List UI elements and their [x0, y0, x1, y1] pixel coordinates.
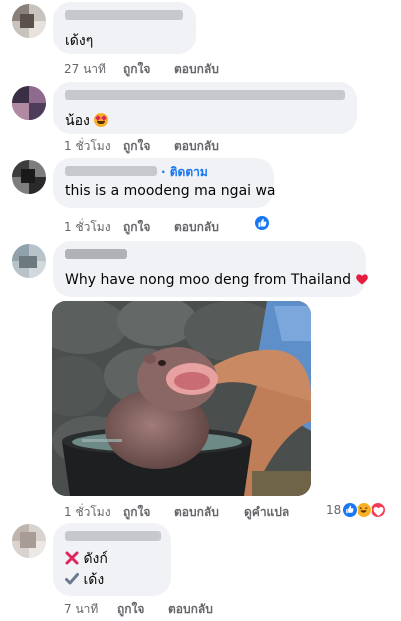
attached-photo[interactable]: [52, 301, 311, 496]
haha-icon: [356, 502, 372, 518]
comment-text: Why have nong moo deng from Thailand: [65, 272, 369, 288]
comment-text: this is a moodeng ma ngai wa: [65, 183, 276, 199]
wrong-spelling-row: ดังก์: [65, 548, 108, 570]
avatar[interactable]: [12, 4, 46, 38]
timestamp[interactable]: 1 ชั่วโมง: [64, 137, 111, 156]
reply-button[interactable]: ตอบกลับ: [174, 218, 219, 237]
author-name[interactable]: [65, 249, 127, 259]
like-button[interactable]: ถูกใจ: [123, 218, 150, 237]
reaction-summary[interactable]: 18: [326, 501, 396, 521]
timestamp[interactable]: 1 ชั่วโมง: [64, 503, 111, 522]
follow-button[interactable]: · ติดตาม: [161, 163, 208, 182]
like-button[interactable]: ถูกใจ: [117, 600, 144, 619]
author-name[interactable]: [65, 10, 183, 20]
check-mark-icon: [65, 573, 79, 585]
reply-button[interactable]: ตอบกลับ: [174, 503, 219, 522]
comment-text: น้อง: [65, 110, 109, 132]
like-button[interactable]: ถูกใจ: [123, 60, 150, 79]
avatar[interactable]: [12, 524, 46, 558]
timestamp[interactable]: 1 ชั่วโมง: [64, 218, 111, 237]
comment-bubble: ดังก์ เด้ง: [53, 523, 171, 596]
like-icon: [342, 502, 358, 518]
like-button[interactable]: ถูกใจ: [123, 503, 150, 522]
comment-bubble: เด้งๆ: [53, 2, 196, 54]
reply-button[interactable]: ตอบกลับ: [174, 60, 219, 79]
right-text: เด้ง: [83, 572, 105, 588]
cross-mark-icon: [65, 551, 79, 565]
comment-bubble: · ติดตาม this is a moodeng ma ngai wa: [53, 158, 276, 208]
comment-5: ดังก์ เด้ง 7 นาที ถูกใจ ตอบกลับ: [0, 523, 401, 621]
comment-1: เด้งๆ 27 นาที ถูกใจ ตอบกลับ: [0, 0, 401, 80]
author-name[interactable]: [65, 166, 157, 176]
comment-text-label: น้อง: [65, 113, 90, 129]
reply-button[interactable]: ตอบกลับ: [168, 600, 213, 619]
red-heart-icon: [356, 274, 369, 285]
comment-text: เด้งๆ: [65, 33, 94, 49]
comment-bubble: Why have nong moo deng from Thailand: [53, 241, 369, 297]
author-name[interactable]: [65, 531, 161, 541]
comment-bubble: น้อง: [53, 82, 357, 134]
timestamp[interactable]: 7 นาที: [64, 600, 98, 619]
right-spelling-row: เด้ง: [65, 569, 104, 591]
reaction-count: 18: [326, 503, 342, 517]
love-icon: [370, 502, 386, 518]
star-struck-emoji-icon: [94, 113, 109, 127]
avatar[interactable]: [12, 86, 46, 120]
comment-3: · ติดตาม this is a moodeng ma ngai wa 1 …: [0, 158, 401, 238]
timestamp[interactable]: 27 นาที: [64, 60, 106, 79]
translate-button[interactable]: ดูคำแปล: [244, 503, 289, 522]
comment-text-label: Why have nong moo deng from Thailand: [65, 272, 351, 288]
author-name[interactable]: [65, 90, 345, 100]
avatar[interactable]: [12, 244, 46, 278]
like-icon[interactable]: [253, 214, 271, 232]
avatar[interactable]: [12, 160, 46, 194]
comment-2: น้อง 1 ชั่วโมง ถูกใจ ตอบกลับ: [0, 80, 401, 158]
reply-button[interactable]: ตอบกลับ: [174, 137, 219, 156]
like-button[interactable]: ถูกใจ: [123, 137, 150, 156]
wrong-text: ดังก์: [83, 551, 108, 567]
